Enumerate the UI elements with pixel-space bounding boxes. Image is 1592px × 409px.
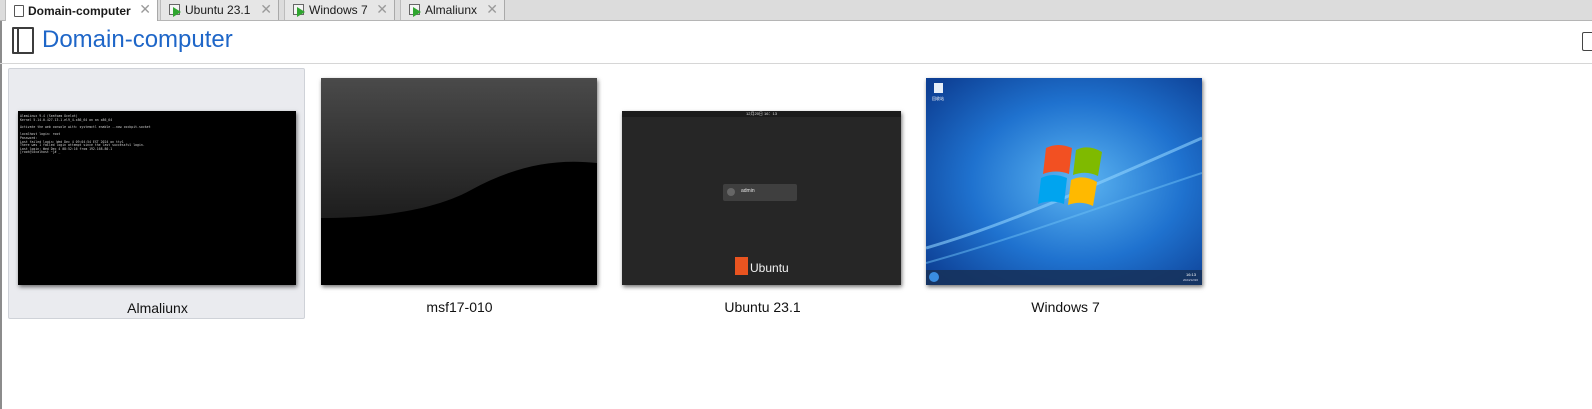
tab-bar: Domain-computer ✕ Ubuntu 23.1 ✕ Windows … [0,0,1592,21]
console-line: [root@localhost ~]# _ [20,150,61,154]
close-icon[interactable]: ✕ [376,1,388,18]
document-icon [12,27,34,54]
console-line: Kernel 5.14.0-427.13.1.el9_4.x86_64 on a… [20,118,113,122]
user-list-item[interactable]: admin [723,184,797,201]
vm-name: Almaliunx [127,300,188,316]
vm-name: Windows 7 [1031,299,1100,315]
vm-tile-ubuntu[interactable]: 12月20日 16：13 admin Ubuntu Ubuntu 23.1 [614,68,911,319]
ubuntu-logo-icon [735,257,748,275]
recycle-bin-label: 回收站 [932,96,944,101]
close-icon[interactable]: ✕ [486,1,498,18]
page-header: Domain-computer [0,21,1592,64]
tray-time: 16:13 [1185,272,1196,277]
vm-running-icon [169,4,181,17]
gnome-top-bar: 12月20日 16：13 [622,111,901,117]
tab-domain-computer[interactable]: Domain-computer ✕ [5,0,158,21]
close-icon[interactable]: ✕ [260,1,272,18]
close-icon[interactable]: ✕ [139,1,151,18]
tab-almaliunx[interactable]: Almaliunx ✕ [400,0,505,20]
console-line: Activate the web console with: systemctl… [20,125,151,129]
vm-tile-windows7[interactable]: 回收站 16:13 2024/12/20 Windows 7 [917,68,1214,319]
vm-tile-almaliunx[interactable]: AlmaLinux 9.4 (Seafoam Ocelot) Kernel 5.… [8,68,305,319]
vm-screen-ubuntu-login[interactable]: 12月20日 16：13 admin Ubuntu [622,111,901,285]
avatar [727,188,735,196]
vm-screen-wallpaper[interactable] [321,78,597,285]
vm-running-icon [409,4,421,17]
tab-windows7[interactable]: Windows 7 ✕ [284,0,395,20]
windows7-wallpaper [926,78,1202,285]
tab-label: Domain-computer [28,3,131,18]
vm-running-icon [293,4,305,17]
vm-name: Ubuntu 23.1 [724,299,801,315]
dark-wave-wallpaper [321,78,597,285]
page-title: Domain-computer [42,26,233,53]
vm-name: msf17-010 [426,299,493,315]
left-border [0,21,2,409]
top-bar-clock: 12月20日 16：13 [746,111,777,116]
tab-label: Ubuntu 23.1 [185,3,251,17]
vm-screen-windows7[interactable]: 回收站 16:13 2024/12/20 [926,78,1202,285]
vm-screen-console[interactable]: AlmaLinux 9.4 (Seafoam Ocelot) Kernel 5.… [18,111,296,285]
document-icon [14,4,24,17]
ubuntu-brand: Ubuntu [750,261,789,275]
vm-tile-msf17-010[interactable]: msf17-010 [311,68,608,319]
tray-date: 2024/12/20 [1182,278,1198,282]
login-username: admin [741,188,755,194]
tab-ubuntu[interactable]: Ubuntu 23.1 ✕ [160,0,279,20]
tab-label: Almaliunx [425,3,478,17]
panel-toggle-icon[interactable] [1582,32,1592,51]
tab-label: Windows 7 [309,3,368,17]
